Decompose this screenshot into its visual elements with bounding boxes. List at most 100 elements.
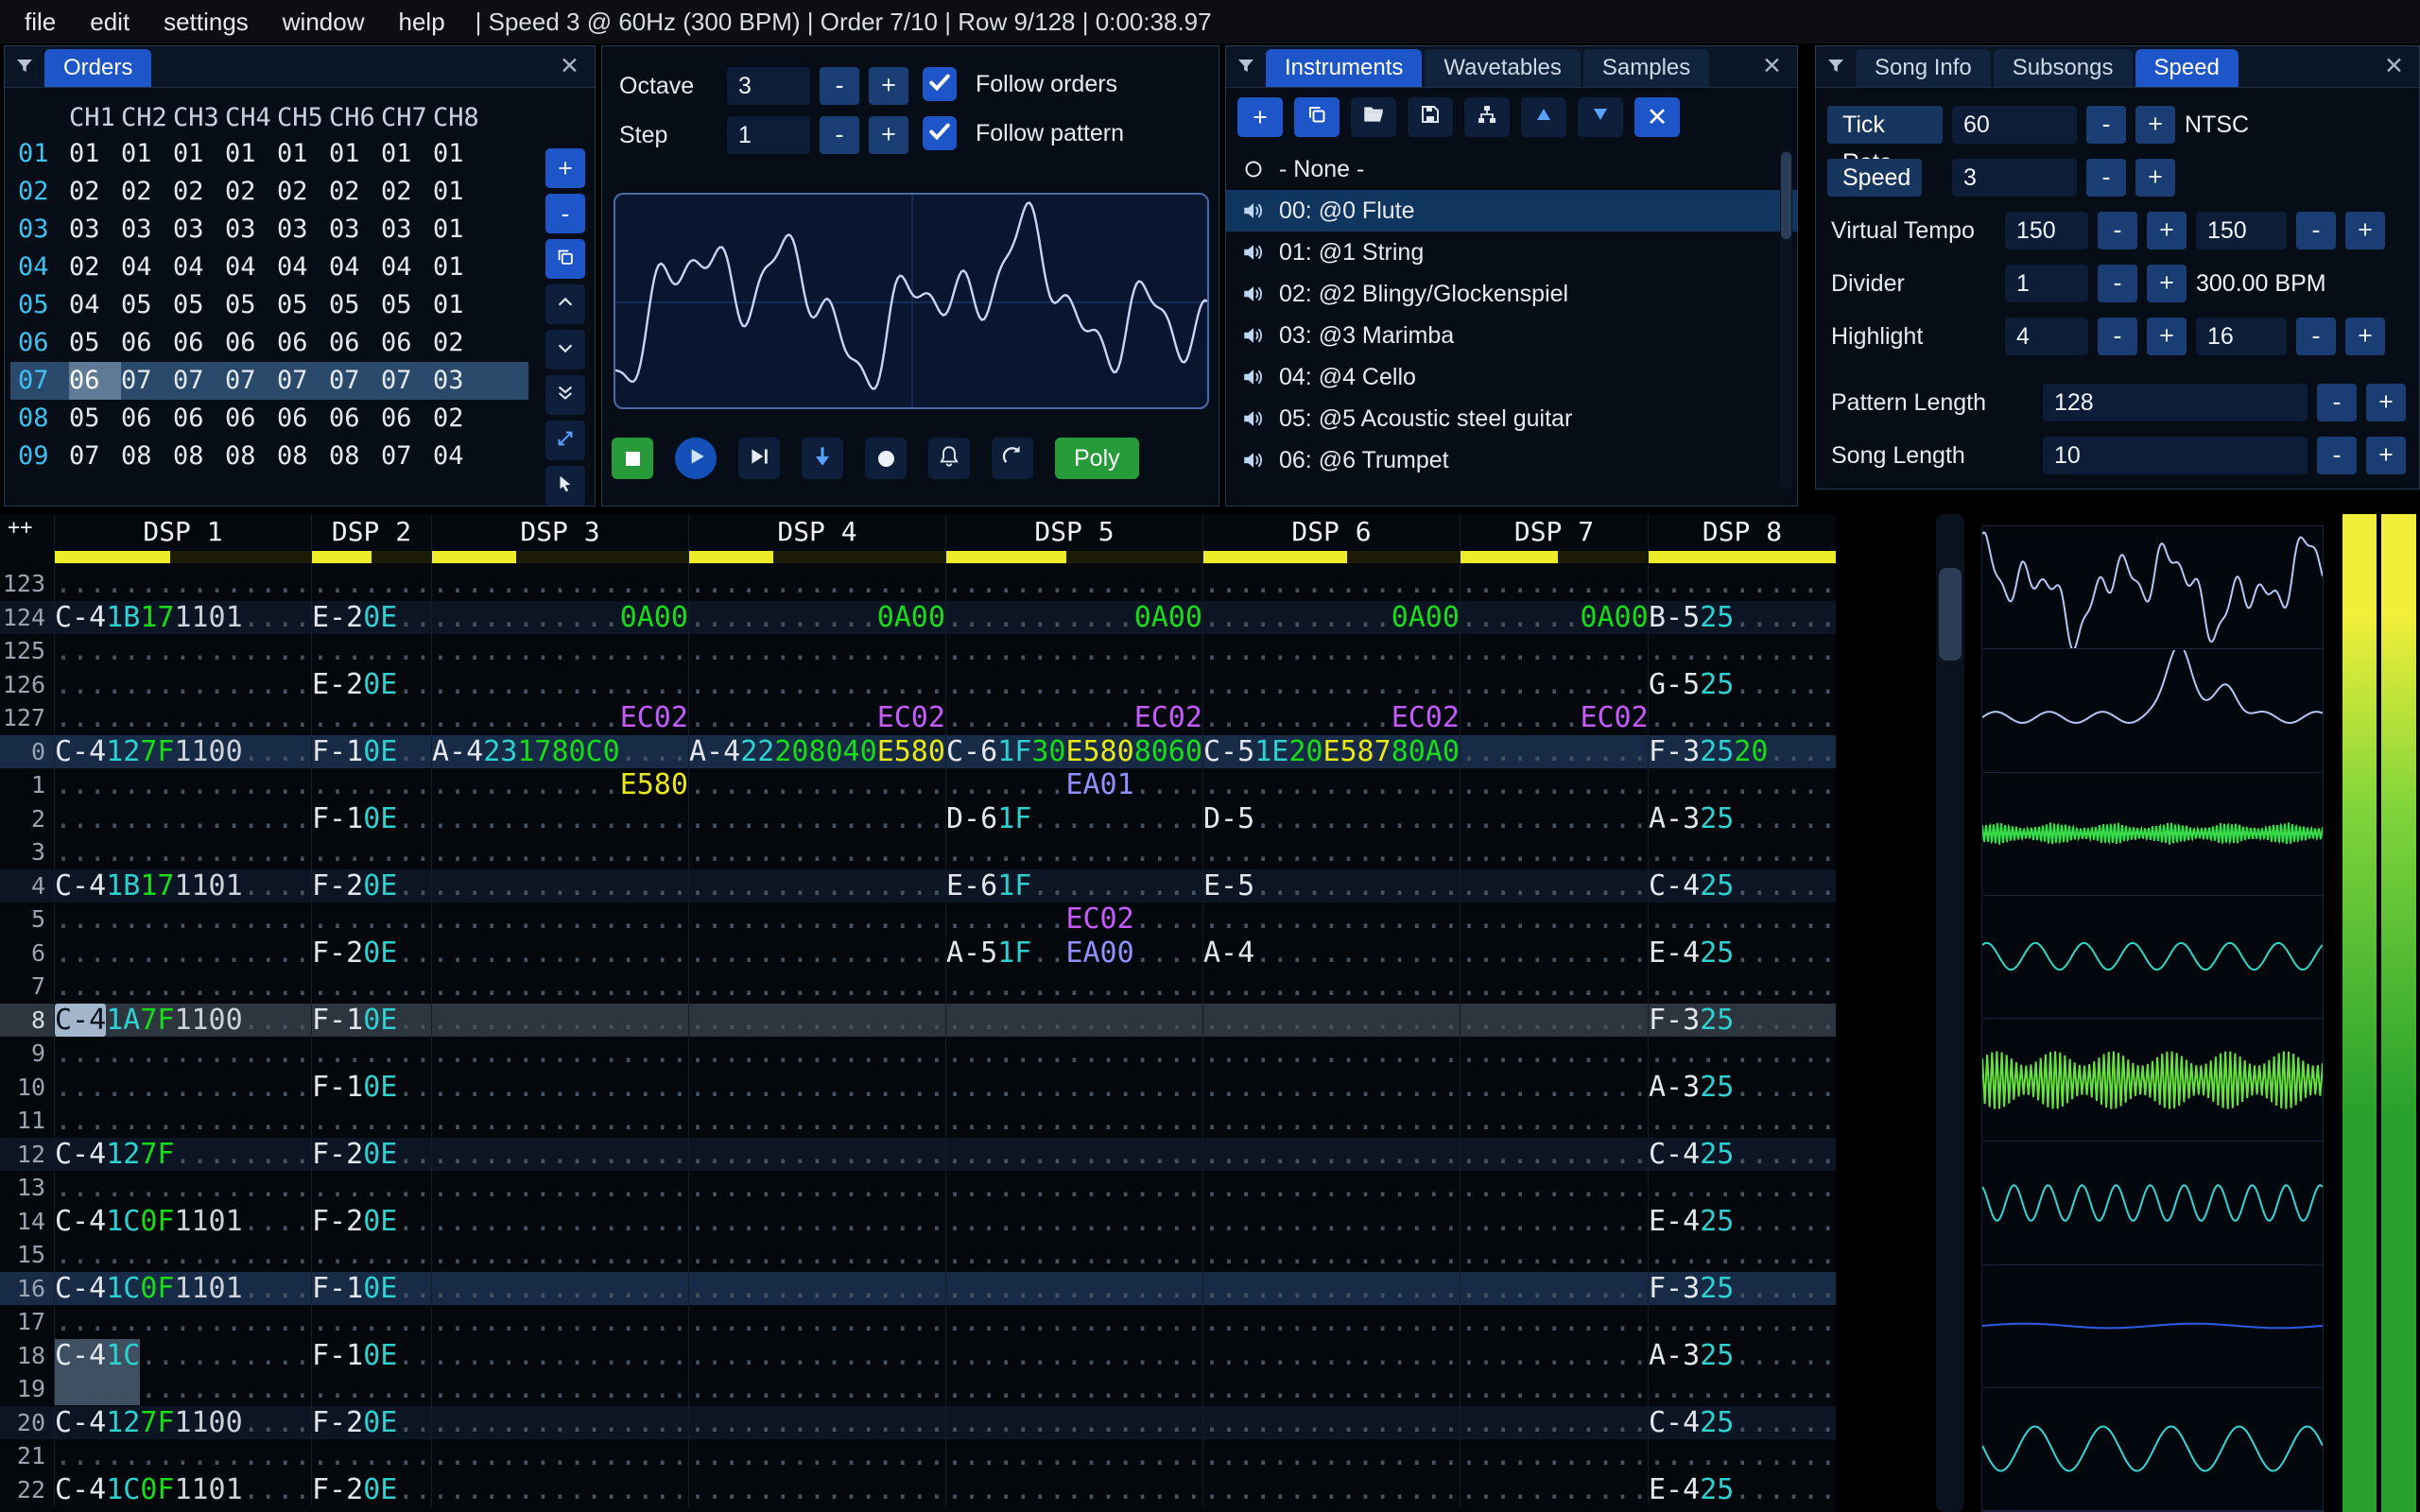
pattern-cell[interactable]: ............... [431, 1472, 688, 1506]
pattern-cell[interactable]: .......EA01.... [945, 768, 1202, 802]
instrument-save-button[interactable] [1408, 97, 1453, 137]
pattern-cell[interactable]: ............... [54, 835, 311, 869]
pattern-cell[interactable]: D-5............ [1202, 801, 1460, 835]
pattern-row[interactable]: 126............... E-20E.................… [0, 667, 1836, 701]
pattern-row[interactable]: 11......................................… [0, 1104, 1836, 1138]
pattern-cell[interactable]: ...........EC02 [688, 701, 945, 735]
pattern-cell[interactable]: ............... [945, 1238, 1202, 1272]
pattern-cell[interactable]: ............... [688, 936, 945, 970]
pattern-cell[interactable]: ........... [1460, 1372, 1648, 1406]
pattern-cell[interactable]: C-61F30E5808060 [945, 734, 1202, 768]
pattern-cell[interactable]: ............... [1202, 1070, 1460, 1104]
pattern-cell[interactable]: ............... [54, 701, 311, 735]
instrument-item[interactable]: 05: @5 Acoustic steel guitar [1226, 398, 1797, 439]
pattern-cell[interactable]: G-525...... [1648, 667, 1836, 701]
pattern-cell[interactable]: ........... [1648, 1372, 1836, 1406]
play-pattern-button[interactable] [738, 438, 780, 479]
song-length-decrease-button[interactable]: - [2317, 437, 2357, 474]
instrument-add-button[interactable]: + [1237, 97, 1283, 137]
orders-cell[interactable]: 01 [121, 135, 173, 173]
pattern-cell[interactable]: ............... [1202, 1338, 1460, 1372]
orders-cell[interactable]: 02 [69, 249, 121, 286]
orders-cell[interactable]: 02 [277, 173, 329, 211]
channel-header[interactable]: DSP 8 [1648, 514, 1836, 567]
pattern-cell[interactable]: F-325...... [1648, 1271, 1836, 1305]
pattern-cell[interactable]: ............... [54, 667, 311, 701]
pattern-cell[interactable]: C-41B171101.... [54, 600, 311, 634]
song-length-increase-button[interactable]: + [2366, 437, 2406, 474]
orders-cell[interactable]: 02 [329, 173, 381, 211]
pattern-cell[interactable]: ............... [431, 634, 688, 668]
pattern-row[interactable]: 0 C-4127F1100.... F-10E.. A-4231780C0.... A-… [0, 734, 1836, 768]
pattern-cell[interactable]: ............... [1202, 1472, 1460, 1506]
highlight-first-decrease-button[interactable]: - [2098, 318, 2137, 355]
divider-input[interactable]: 1 [2005, 265, 2088, 302]
pattern-cell[interactable]: C-425...... [1648, 868, 1836, 902]
pattern-cell[interactable]: ............... [1202, 1372, 1460, 1406]
pattern-cell[interactable]: ........... [1460, 1070, 1648, 1104]
channel-header[interactable]: DSP 7 [1460, 514, 1648, 567]
highlight-second-input[interactable]: 16 [2196, 318, 2287, 355]
pattern-cell[interactable]: ............... [1202, 1104, 1460, 1138]
order-duplicate-button[interactable] [545, 239, 585, 279]
step-increase-button[interactable]: + [869, 116, 908, 154]
virtual-tempo-den-decrease-button[interactable]: - [2296, 212, 2336, 249]
scrollbar-thumb[interactable] [1939, 568, 1962, 661]
pattern-cell[interactable]: ........... [1460, 902, 1648, 936]
pattern-cell[interactable]: ............... [1202, 1171, 1460, 1205]
pattern-cell[interactable]: ...........0A00 [1202, 600, 1460, 634]
tab-samples[interactable]: Samples [1582, 49, 1710, 87]
orders-cell[interactable]: 06 [225, 400, 277, 438]
record-button[interactable] [865, 438, 907, 479]
pattern-cell[interactable]: ............... [945, 567, 1202, 601]
orders-cell[interactable]: 06 [381, 324, 433, 362]
pattern-cell[interactable]: ............... [688, 1104, 945, 1138]
pattern-cell[interactable]: ....... [311, 634, 431, 668]
order-move-down-button[interactable] [545, 330, 585, 369]
pattern-cell[interactable]: ........... [1648, 701, 1836, 735]
pattern-cell[interactable]: ............... [54, 1238, 311, 1272]
repeat-pattern-button[interactable] [992, 438, 1033, 479]
instrument-item[interactable]: 04: @4 Cello [1226, 356, 1797, 398]
pattern-cell[interactable]: F-10E.. [311, 734, 431, 768]
speed-decrease-button[interactable]: - [2086, 159, 2126, 197]
pattern-cell[interactable]: ............... [945, 1137, 1202, 1171]
instrument-move-up-button[interactable] [1521, 97, 1566, 137]
orders-cell[interactable]: 06 [173, 324, 225, 362]
orders-cell[interactable]: 05 [329, 286, 381, 324]
orders-cell[interactable]: 06 [329, 324, 381, 362]
pattern-cell[interactable]: ........... [1648, 1238, 1836, 1272]
pattern-cell[interactable]: ............... [1202, 1204, 1460, 1238]
channel-header[interactable]: DSP 4 [688, 514, 945, 567]
orders-cell[interactable]: 04 [381, 249, 433, 286]
pattern-cell[interactable]: ........... [1460, 1003, 1648, 1037]
panel-menu-icon[interactable] [5, 45, 44, 87]
pattern-cell[interactable]: C-4127F1100.... [54, 1405, 311, 1439]
orders-row[interactable]: 07 06 07 07 07 07 07 07 03 [10, 362, 528, 400]
orders-cell[interactable]: 08 [329, 438, 381, 475]
virtual-tempo-num-decrease-button[interactable]: - [2098, 212, 2137, 249]
pattern-cell[interactable]: ............... [1202, 835, 1460, 869]
pattern-length-input[interactable]: 128 [2043, 384, 2308, 421]
pattern-cell[interactable]: F-20E.. [311, 868, 431, 902]
octave-input[interactable]: 3 [727, 67, 810, 105]
order-add-button[interactable]: + [545, 148, 585, 188]
orders-row[interactable]: 06 05 06 06 06 06 06 06 02 [10, 324, 528, 362]
pattern-cell[interactable]: ............... [431, 1439, 688, 1473]
orders-cell[interactable]: 08 [121, 438, 173, 475]
pattern-cell[interactable]: ............... [54, 1037, 311, 1071]
pattern-cell[interactable]: ............... [945, 634, 1202, 668]
pattern-cell[interactable]: ............... [688, 1439, 945, 1473]
pattern-cell[interactable]: ............... [431, 801, 688, 835]
pattern-cell[interactable]: ............... [431, 1137, 688, 1171]
orders-cell[interactable]: 04 [173, 249, 225, 286]
pattern-cell[interactable]: ............... [54, 567, 311, 601]
tab-song-info[interactable]: Song Info [1856, 49, 1991, 87]
pattern-cell[interactable]: C-425...... [1648, 1137, 1836, 1171]
pattern-cell[interactable]: ............... [54, 970, 311, 1004]
pattern-cell[interactable]: ............... [688, 902, 945, 936]
pattern-cell[interactable]: C-4127F1100.... [54, 734, 311, 768]
pattern-cell[interactable]: ............... [688, 667, 945, 701]
pattern-cell[interactable]: E-425...... [1648, 1204, 1836, 1238]
channel-header[interactable]: DSP 6 [1202, 514, 1460, 567]
